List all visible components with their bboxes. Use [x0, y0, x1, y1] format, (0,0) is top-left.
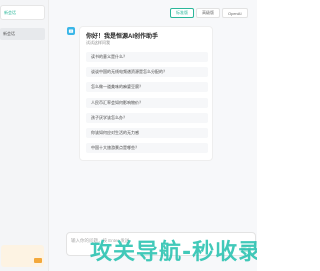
suggested-question[interactable]: 读书的意义是什么？ — [86, 52, 208, 62]
welcome-subtitle: 试试这样问我 — [86, 40, 110, 45]
suggested-question[interactable]: 中国十大旅游景点是哪些？ — [86, 143, 208, 154]
suggested-questions: 读书的意义是什么？ 谈谈中国的无线电频谱资源是怎么分配的？ 怎么做一道美味的麻婆… — [86, 52, 208, 158]
welcome-card: 你好！我是恒源AI创作助手 试试这样问我 读书的意义是什么？ 谈谈中国的无线电频… — [79, 26, 213, 161]
new-chat-button[interactable]: 新会话 — [0, 5, 45, 20]
suggested-question[interactable]: 人民币汇率会如何影响物价？ — [86, 97, 208, 108]
model-tabs: 标准版 高级版 OpenAI — [170, 8, 250, 18]
suggested-question[interactable]: 怎么做一道美味的麻婆豆腐？ — [86, 82, 208, 93]
tab-advanced[interactable]: 高级版 — [196, 8, 220, 18]
tab-standard[interactable]: 标准版 — [170, 8, 194, 18]
chat-main: 标准版 高级版 OpenAI 你好！我是恒源AI创作助手 试试这样问我 读书的意… — [49, 0, 257, 271]
sidebar: 新会话 新会话 — [0, 0, 49, 271]
suggested-question[interactable]: 你该如何应对生活的无力感 — [86, 127, 208, 138]
welcome-title: 你好！我是恒源AI创作助手 — [86, 34, 159, 40]
sidebar-item-history[interactable]: 新会话 — [0, 28, 45, 40]
watermark-text: 攻关导航-秒收录 — [90, 239, 257, 265]
promo-button[interactable] — [34, 258, 42, 263]
suggested-question[interactable]: 孩子厌学该怎么办？ — [86, 112, 208, 123]
suggested-question[interactable]: 谈谈中国的无线电频谱资源是怎么分配的？ — [86, 67, 208, 78]
tab-openai[interactable]: OpenAI — [222, 8, 248, 18]
bot-avatar-icon — [67, 27, 75, 35]
new-chat-label: 新会话 — [4, 9, 16, 15]
promo-banner[interactable] — [1, 245, 44, 267]
history-item-label: 新会话 — [3, 31, 15, 36]
